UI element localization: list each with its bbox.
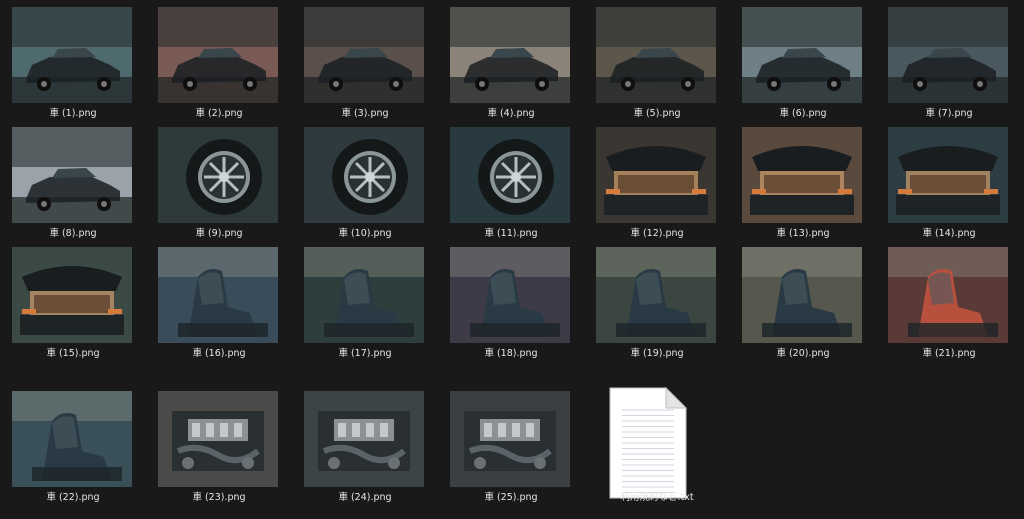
image-thumbnail bbox=[12, 127, 132, 223]
file-item-image[interactable]: 車 (14).png bbox=[876, 120, 1022, 240]
file-name-label: 車 (22).png bbox=[46, 492, 100, 503]
file-name-label: 車 (1).png bbox=[49, 108, 97, 119]
image-thumbnail bbox=[450, 127, 570, 223]
file-name-label: 車 (24).png bbox=[338, 492, 392, 503]
file-item-image[interactable]: 車 (6).png bbox=[730, 0, 876, 120]
file-item-image[interactable]: 車 (1).png bbox=[0, 0, 146, 120]
file-name-label: 車 (3).png bbox=[341, 108, 389, 119]
text-file-icon bbox=[604, 384, 692, 502]
image-thumbnail bbox=[888, 127, 1008, 223]
file-name-label: 車 (7).png bbox=[925, 108, 973, 119]
file-item-image[interactable]: 車 (16).png bbox=[146, 240, 292, 360]
file-item-image[interactable]: 車 (24).png bbox=[292, 384, 438, 504]
image-thumbnail bbox=[12, 247, 132, 343]
image-thumbnail bbox=[450, 7, 570, 103]
image-thumbnail bbox=[158, 247, 278, 343]
image-thumbnail bbox=[888, 247, 1008, 343]
image-thumbnail bbox=[304, 127, 424, 223]
file-item-image[interactable]: 車 (9).png bbox=[146, 120, 292, 240]
file-name-label: 車 (25).png bbox=[484, 492, 538, 503]
file-name-label: 車 (5).png bbox=[633, 108, 681, 119]
file-item-image[interactable]: 車 (7).png bbox=[876, 0, 1022, 120]
image-thumbnail bbox=[450, 391, 570, 487]
file-name-label: 利用規約など.txt bbox=[620, 492, 694, 503]
file-name-label: 車 (15).png bbox=[46, 348, 100, 359]
file-name-label: 車 (13).png bbox=[776, 228, 830, 239]
file-name-label: 車 (17).png bbox=[338, 348, 392, 359]
file-item-text-document[interactable]: 利用規約など.txt bbox=[584, 384, 730, 504]
file-item-image[interactable]: 車 (2).png bbox=[146, 0, 292, 120]
file-item-image[interactable]: 車 (13).png bbox=[730, 120, 876, 240]
image-thumbnail bbox=[596, 7, 716, 103]
image-thumbnail bbox=[596, 127, 716, 223]
file-name-label: 車 (23).png bbox=[192, 492, 246, 503]
image-thumbnail bbox=[742, 247, 862, 343]
file-item-image[interactable]: 車 (8).png bbox=[0, 120, 146, 240]
image-thumbnail bbox=[158, 391, 278, 487]
file-name-label: 車 (2).png bbox=[195, 108, 243, 119]
file-name-label: 車 (12).png bbox=[630, 228, 684, 239]
file-item-image[interactable]: 車 (10).png bbox=[292, 120, 438, 240]
image-thumbnail bbox=[304, 247, 424, 343]
image-thumbnail bbox=[12, 7, 132, 103]
file-name-label: 車 (9).png bbox=[195, 228, 243, 239]
file-item-image[interactable]: 車 (3).png bbox=[292, 0, 438, 120]
file-name-label: 車 (11).png bbox=[484, 228, 538, 239]
file-item-image[interactable]: 車 (12).png bbox=[584, 120, 730, 240]
image-thumbnail bbox=[12, 391, 132, 487]
file-name-label: 車 (18).png bbox=[484, 348, 538, 359]
file-name-label: 車 (8).png bbox=[49, 228, 97, 239]
file-name-label: 車 (16).png bbox=[192, 348, 246, 359]
file-name-label: 車 (19).png bbox=[630, 348, 684, 359]
image-thumbnail bbox=[596, 247, 716, 343]
file-item-image[interactable]: 車 (20).png bbox=[730, 240, 876, 360]
file-name-label: 車 (6).png bbox=[779, 108, 827, 119]
file-name-label: 車 (4).png bbox=[487, 108, 535, 119]
file-item-image[interactable]: 車 (15).png bbox=[0, 240, 146, 360]
file-explorer-view: 車 (1).png 車 (2).png 車 (3).png 車 (4).png 車 (5… bbox=[0, 0, 1024, 519]
image-thumbnail bbox=[158, 7, 278, 103]
file-item-image[interactable]: 車 (5).png bbox=[584, 0, 730, 120]
image-thumbnail bbox=[742, 127, 862, 223]
file-name-label: 車 (21).png bbox=[922, 348, 976, 359]
file-name-label: 車 (14).png bbox=[922, 228, 976, 239]
file-item-image[interactable]: 車 (17).png bbox=[292, 240, 438, 360]
file-name-label: 車 (10).png bbox=[338, 228, 392, 239]
image-thumbnail bbox=[158, 127, 278, 223]
file-item-image[interactable]: 車 (19).png bbox=[584, 240, 730, 360]
file-item-image[interactable]: 車 (25).png bbox=[438, 384, 584, 504]
image-thumbnail bbox=[888, 7, 1008, 103]
file-item-image[interactable]: 車 (21).png bbox=[876, 240, 1022, 360]
file-item-image[interactable]: 車 (22).png bbox=[0, 384, 146, 504]
file-item-image[interactable]: 車 (11).png bbox=[438, 120, 584, 240]
image-thumbnail bbox=[304, 7, 424, 103]
file-name-label: 車 (20).png bbox=[776, 348, 830, 359]
file-item-image[interactable]: 車 (4).png bbox=[438, 0, 584, 120]
file-item-image[interactable]: 車 (23).png bbox=[146, 384, 292, 504]
image-thumbnail bbox=[304, 391, 424, 487]
file-item-image[interactable]: 車 (18).png bbox=[438, 240, 584, 360]
image-thumbnail bbox=[450, 247, 570, 343]
image-thumbnail bbox=[742, 7, 862, 103]
